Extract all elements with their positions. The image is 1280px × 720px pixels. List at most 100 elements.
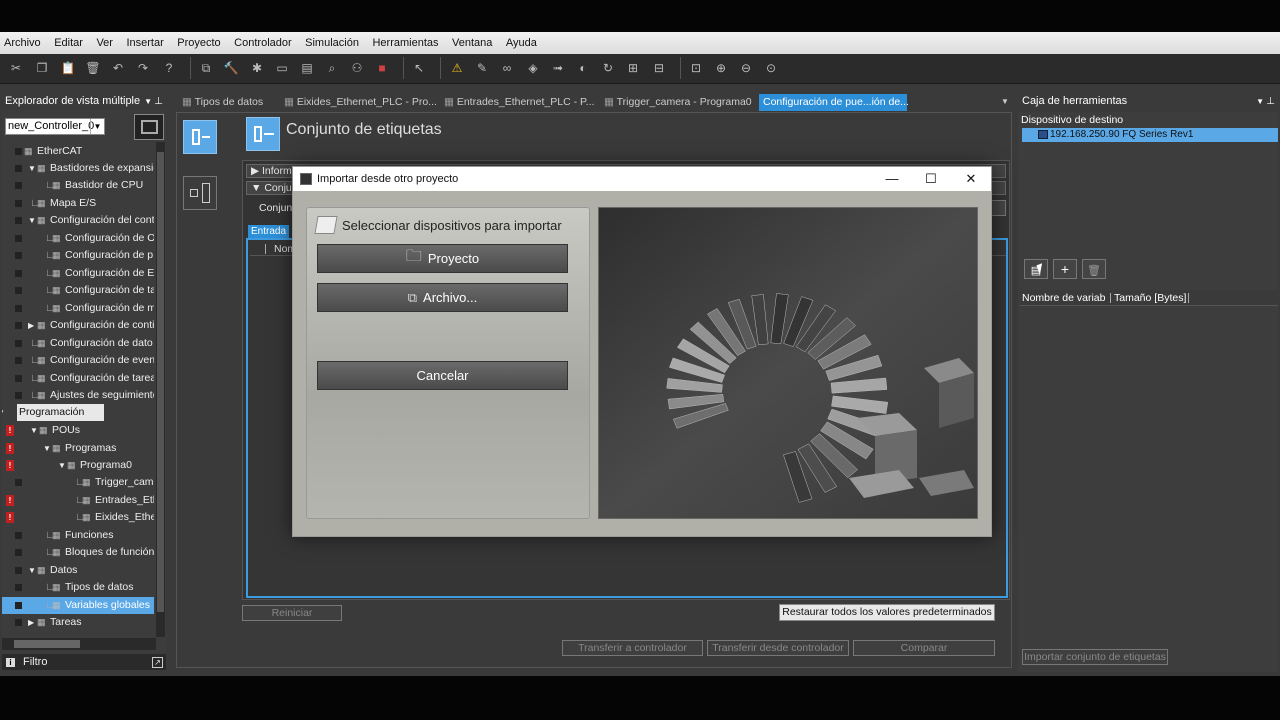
tab-0[interactable]: ▦ Tipos de datos [178, 94, 274, 111]
tree-item[interactable]: ∟ ▦ Configuración de ta [2, 282, 154, 299]
tree-item[interactable]: ∟ ▦ Mapa E/S [2, 195, 154, 212]
scrollbar-thumb[interactable] [14, 640, 80, 648]
tree-item[interactable]: ! ∟ ▦ Entrades_Eth [2, 492, 154, 509]
expand-toggle-icon[interactable]: ▶ [28, 317, 34, 334]
close-button[interactable]: ✕ [953, 168, 989, 190]
pin-icon[interactable]: ⊥ [154, 96, 163, 107]
tree-item[interactable]: ! ∟ ▦ Eixides_Ether [2, 509, 154, 526]
tree-item[interactable]: ∟ ▦ Tipos de datos [2, 579, 154, 596]
tab-entrada[interactable]: Entrada [248, 225, 290, 238]
tree-item[interactable]: ∟ ▦ Variables globales [2, 597, 154, 614]
file-button[interactable]: ⧉ Archivo... [317, 283, 568, 312]
expand-toggle-icon[interactable]: ▼ [28, 212, 36, 229]
controller-select[interactable]: new_Controller_0 ▼ [5, 118, 105, 135]
controller-icon[interactable] [134, 114, 164, 140]
delete-button[interactable]: 🗑 [1082, 259, 1106, 279]
tree-item[interactable]: ! ▼ ▦ Programas [2, 440, 154, 457]
menu-item-2[interactable]: Ver [96, 37, 113, 49]
tool-icon[interactable]: ✱ [248, 59, 266, 77]
binoculars-icon[interactable]: ⌕ [323, 59, 341, 77]
vertical-scrollbar[interactable] [156, 142, 165, 637]
tab-1[interactable]: ▦ Eixides_Ethernet_PLC - Pro... [280, 94, 437, 111]
expand-toggle-icon[interactable]: ▼ [28, 562, 36, 579]
tree-item[interactable]: ! ▼ ▦ POUs [2, 422, 154, 439]
undo-icon[interactable]: ↶ [109, 59, 127, 77]
menu-item-9[interactable]: Ayuda [506, 37, 537, 49]
tag-set-view-icon[interactable] [183, 120, 217, 154]
filter-bar[interactable]: i Filtro ↗ [2, 654, 166, 670]
expand-toggle-icon[interactable]: ▼ [28, 160, 36, 177]
tree-item[interactable]: ▼ ▦ Bastidores de expansió [2, 160, 154, 177]
help-icon[interactable]: ? [160, 59, 178, 77]
panel-menu-icon[interactable]: ▼ [144, 97, 152, 106]
find-icon[interactable]: ⚇ [348, 59, 366, 77]
tree-item[interactable]: ▼ Programación [2, 404, 154, 421]
zoomin-tool-icon[interactable]: ⊞ [624, 59, 642, 77]
tree-item[interactable]: ∟ ▦ Configuración de E, [2, 265, 154, 282]
project-button[interactable]: 🗀 Proyecto [317, 244, 568, 273]
pointer-icon[interactable]: ↖ [410, 59, 428, 77]
tab-3[interactable]: ▦ Trigger_camera - Programa0 [600, 94, 752, 111]
reset-button[interactable]: Reiniciar [242, 605, 342, 621]
copy-icon[interactable]: ❐ [33, 59, 51, 77]
menu-item-7[interactable]: Herramientas [372, 37, 438, 49]
sim-icon[interactable]: ◈ [524, 59, 542, 77]
expand-toggle-icon[interactable]: ▼ [30, 422, 38, 439]
stop-icon[interactable]: ■ [373, 59, 391, 77]
horizontal-scrollbar[interactable] [2, 638, 156, 650]
tree-item[interactable]: ∟ ▦ Configuración de dato [2, 335, 154, 352]
warning-icon[interactable]: ⚠ [448, 59, 466, 77]
tab-2[interactable]: ▦ Entrades_Ethernet_PLC - P... [440, 94, 594, 111]
tree-item[interactable]: ∟ ▦ Funciones [2, 527, 154, 544]
zoom-in-icon[interactable]: ⊕ [712, 59, 730, 77]
tree-item[interactable]: ∟ ▦ Trigger_came [2, 474, 154, 491]
online-icon[interactable]: ◐ [574, 59, 592, 77]
menu-item-8[interactable]: Ventana [452, 37, 492, 49]
zoomout-tool-icon[interactable]: ⊟ [650, 59, 668, 77]
menu-item-5[interactable]: Controlador [234, 37, 291, 49]
link-icon[interactable]: ∞ [498, 59, 516, 77]
expand-toggle-icon[interactable]: ▶ [28, 614, 34, 631]
tree-item[interactable]: ∟ ▦ Configuración de even [2, 352, 154, 369]
table-icon[interactable]: ▤ [298, 59, 316, 77]
expand-toggle-icon[interactable]: ▼ [2, 404, 5, 421]
tree-item[interactable]: ∟ ▦ Configuración de p [2, 247, 154, 264]
build-icon[interactable]: 🔨 [222, 59, 240, 77]
cut-icon[interactable]: ✂ [7, 59, 25, 77]
transfer-to-controller-button[interactable]: Transferir a controlador [562, 640, 703, 656]
pin-icon[interactable]: ⊥ [1266, 96, 1275, 107]
paste-icon[interactable]: 📋 [59, 59, 77, 77]
program-icon[interactable]: ▭ [273, 59, 291, 77]
debug-icon[interactable]: ✎ [473, 59, 491, 77]
zoom-reset-icon[interactable]: ⊙ [762, 59, 780, 77]
cancel-button[interactable]: Cancelar [317, 361, 568, 390]
compare-button[interactable]: Comparar [853, 640, 995, 656]
delete-icon[interactable]: 🗑 [84, 59, 102, 77]
import-tag-set-button[interactable]: Importar conjunto de etiquetas [1022, 649, 1168, 665]
restore-defaults-button[interactable]: Restaurar todos los valores predetermina… [779, 604, 995, 621]
menu-item-1[interactable]: Editar [54, 37, 83, 49]
tree-item[interactable]: ▦ EtherCAT [2, 143, 154, 160]
refresh-icon[interactable]: ↻ [599, 59, 617, 77]
add-button[interactable]: + [1053, 259, 1077, 279]
cross-ref-icon[interactable]: ⧉ [197, 59, 215, 77]
menu-item-0[interactable]: Archivo [4, 37, 41, 49]
filter-toggle-icon[interactable]: ↗ [152, 656, 163, 668]
transfer-from-controller-button[interactable]: Transferir desde controlador [707, 640, 849, 656]
menu-item-6[interactable]: Simulación [305, 37, 359, 49]
tree-item[interactable]: ▼ ▦ Datos [2, 562, 154, 579]
expand-toggle-icon[interactable]: ▼ [43, 440, 51, 457]
expand-toggle-icon[interactable]: ▼ [58, 457, 66, 474]
tree-item[interactable]: ▼ ▦ Configuración del cont [2, 212, 154, 229]
tree-item[interactable]: ∟ ▦ Ajustes de seguimiento [2, 387, 154, 404]
tree-item[interactable]: ▶ ▦ Tareas [2, 614, 154, 631]
tree-item[interactable]: ▶ ▦ Configuración de conti [2, 317, 154, 334]
tag-map-view-icon[interactable] [183, 176, 217, 210]
zoom-out-icon[interactable]: ⊖ [737, 59, 755, 77]
scrollbar-thumb[interactable] [157, 152, 164, 612]
tree-item[interactable]: ∟ ▦ Configuración de tarea [2, 370, 154, 387]
menu-item-4[interactable]: Proyecto [177, 37, 220, 49]
tab-list-icon[interactable]: ▼ [1001, 97, 1009, 106]
redo-icon[interactable]: ↷ [134, 59, 152, 77]
maximize-button[interactable]: ☐ [913, 168, 949, 190]
